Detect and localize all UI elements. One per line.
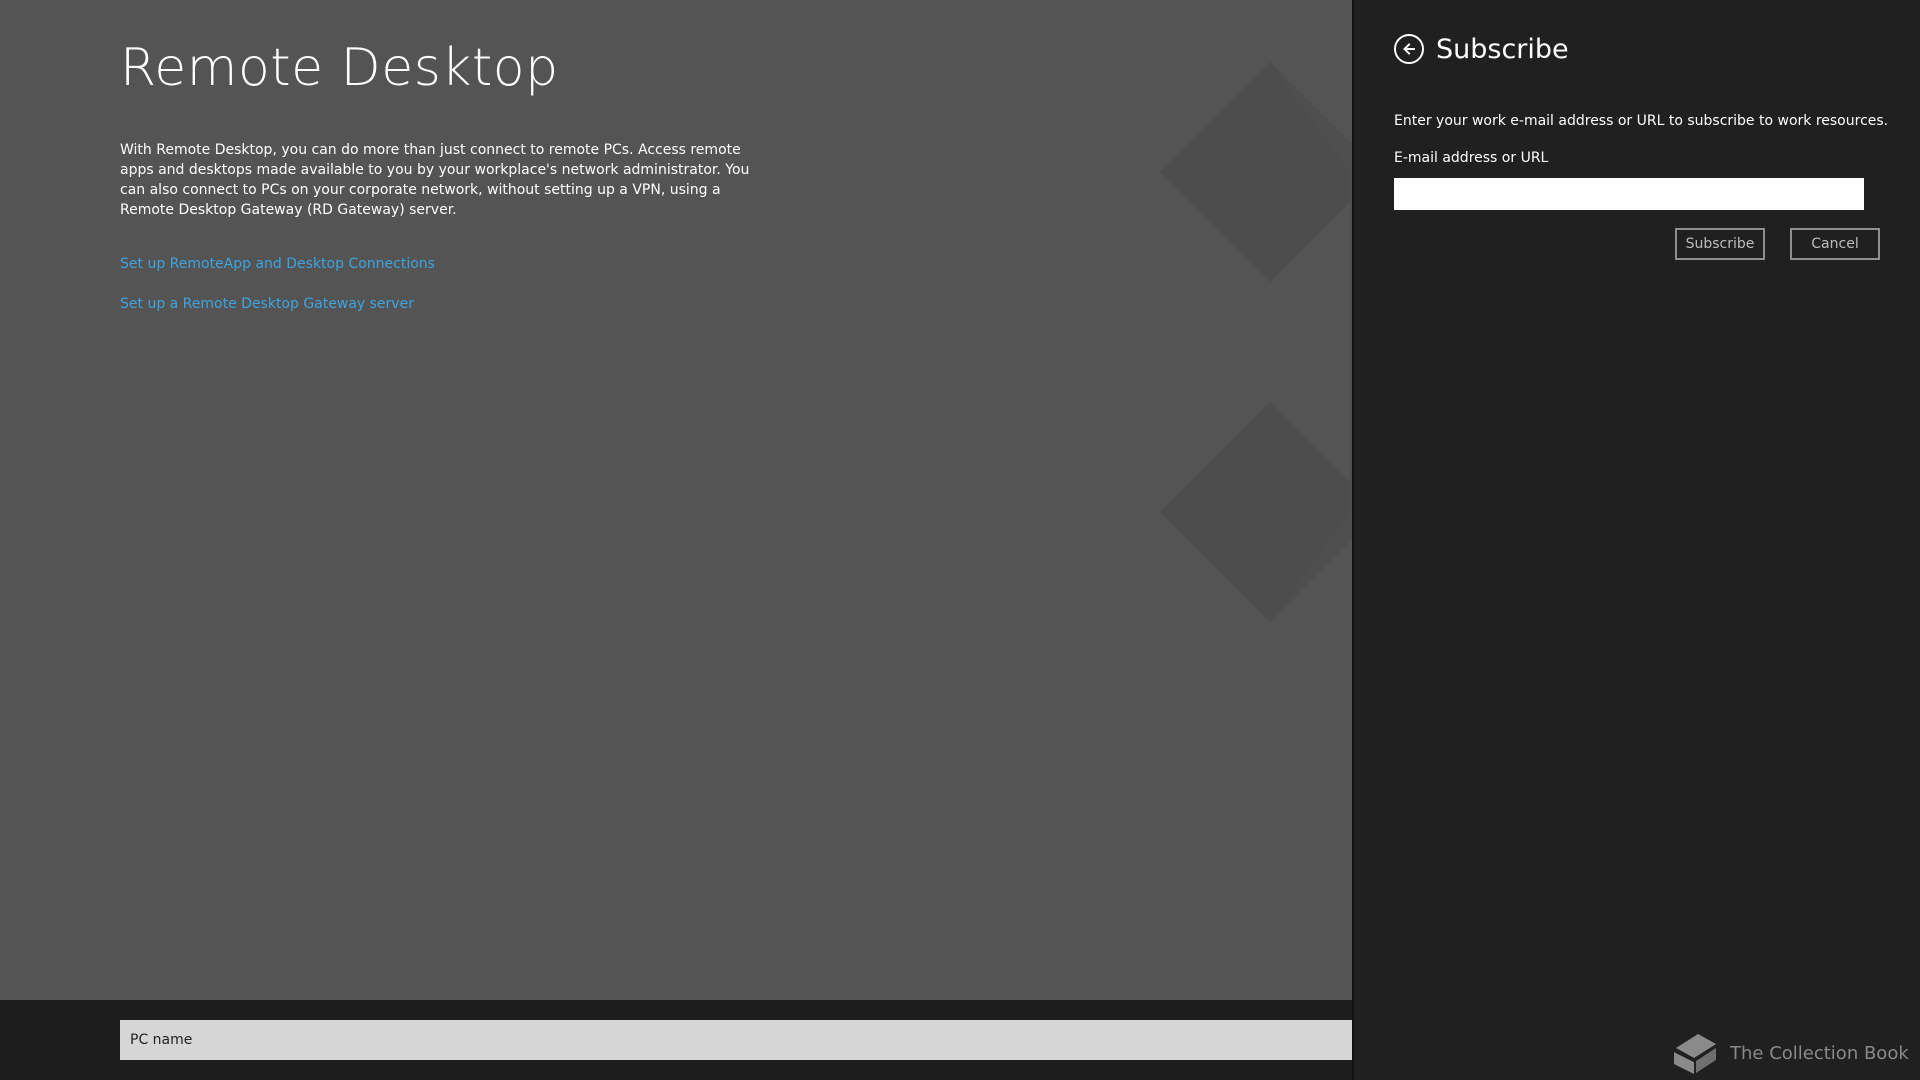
watermark: The Collection Book <box>1668 1030 1909 1076</box>
gateway-setup-link[interactable]: Set up a Remote Desktop Gateway server <box>120 296 414 312</box>
app-title: Remote Desktop <box>120 38 559 98</box>
remote-desktop-app: Remote Desktop With Remote Desktop, you … <box>0 0 1352 1000</box>
pc-name-input[interactable] <box>120 1020 1352 1060</box>
subscribe-flyout: Subscribe Enter your work e-mail address… <box>1354 0 1920 1080</box>
watermark-text: The Collection Book <box>1730 1042 1909 1064</box>
screen: Remote Desktop With Remote Desktop, you … <box>0 0 1920 1080</box>
remote-desktop-logo-icon <box>1160 62 1352 622</box>
flyout-header: Subscribe <box>1394 32 1569 66</box>
subscribe-button[interactable]: Subscribe <box>1675 228 1765 260</box>
flyout-title: Subscribe <box>1436 33 1569 65</box>
connection-bar <box>0 1000 1352 1080</box>
email-url-input[interactable] <box>1394 178 1864 210</box>
flyout-instructions: Enter your work e-mail address or URL to… <box>1394 113 1889 129</box>
cancel-button[interactable]: Cancel <box>1790 228 1880 260</box>
email-field-label: E-mail address or URL <box>1394 150 1549 166</box>
book-icon <box>1671 1034 1719 1074</box>
back-button[interactable] <box>1394 34 1424 64</box>
app-description: With Remote Desktop, you can do more tha… <box>120 142 750 218</box>
back-arrow-icon <box>1403 43 1415 55</box>
remoteapp-setup-link[interactable]: Set up RemoteApp and Desktop Connections <box>120 256 435 272</box>
